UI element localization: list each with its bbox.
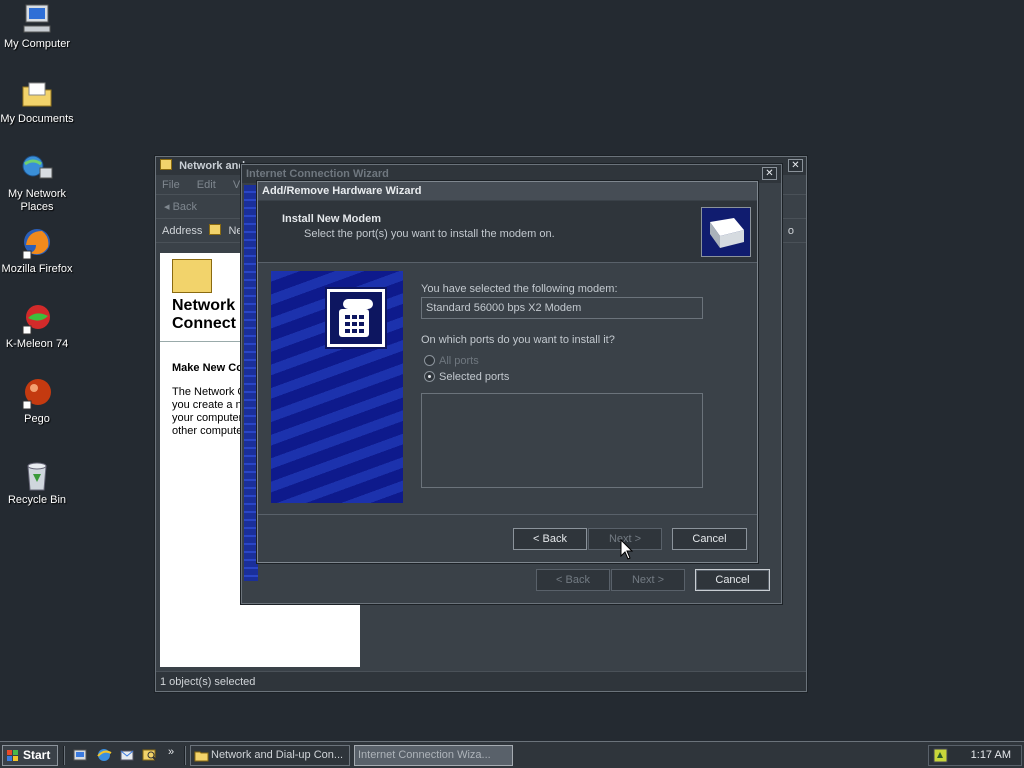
icw-cancel-button[interactable]: Cancel (695, 569, 770, 591)
taskbar-separator (184, 746, 186, 765)
desktop-icon-k-meleon[interactable]: K-Meleon 74 (0, 302, 74, 351)
show-desktop-icon[interactable] (72, 747, 88, 763)
desktop-icon-label: Pego (24, 413, 50, 425)
desktop-icon-label: My Documents (0, 113, 74, 125)
desktop-icon-label-line1: My Network (7, 188, 67, 200)
network-window-title: Network and (179, 160, 246, 172)
close-button[interactable]: ✕ (762, 167, 777, 180)
recycle-bin-icon (20, 458, 54, 492)
wizard-header-subtitle: Select the port(s) you want to install t… (304, 228, 555, 240)
desktop-icon-pego[interactable]: Pego (0, 377, 74, 426)
desktop-icon-label: Recycle Bin (7, 494, 67, 506)
back-arrow-icon: ◂ (164, 201, 173, 213)
radio-indicator (424, 355, 435, 366)
network-folder-icon (172, 259, 212, 293)
tray-app-icon[interactable] (933, 748, 948, 763)
taskbar-separator (63, 746, 65, 765)
quick-launch-overflow-icon[interactable]: » (168, 746, 174, 758)
cancel-button[interactable]: Cancel (672, 528, 747, 550)
desktop-icon-my-documents[interactable]: My Documents (0, 77, 74, 126)
selected-modem-field: Standard 56000 bps X2 Modem (421, 297, 703, 319)
task-label: Network and Dial-up Con... (211, 749, 344, 761)
wizard-header: Install New Modem Select the port(s) you… (258, 201, 757, 263)
close-button[interactable]: ✕ (788, 159, 803, 172)
icw-back-button[interactable]: < Back (536, 569, 610, 591)
icw-side-graphic (244, 185, 258, 581)
folder-network-icon (160, 159, 172, 170)
start-button[interactable]: Start (2, 745, 58, 766)
menu-view[interactable]: V (233, 179, 240, 191)
icw-next-button[interactable]: Next > (611, 569, 685, 591)
go-button[interactable]: o (788, 219, 794, 243)
status-bar: 1 object(s) selected (156, 671, 806, 691)
task-internet-connection-wizard[interactable]: Internet Connection Wiza... (354, 745, 513, 766)
desktop-icon-label-line2: Places (20, 201, 54, 213)
folder-icon (209, 224, 222, 235)
folder-documents-icon (20, 77, 54, 111)
hw-titlebar[interactable]: Add/Remove Hardware Wizard (258, 182, 757, 200)
k-meleon-icon (20, 302, 54, 336)
hw-title: Add/Remove Hardware Wizard (262, 185, 422, 197)
menu-file[interactable]: File (162, 179, 180, 191)
internet-explorer-icon[interactable] (96, 747, 112, 763)
desktop-icon-label: My Computer (3, 38, 71, 50)
desktop-icon-my-network-places[interactable]: My Network Places (0, 152, 74, 214)
address-label: Address (162, 225, 203, 237)
pego-icon (20, 377, 54, 411)
ports-question-label: On which ports do you want to install it… (421, 334, 615, 346)
desktop-icon-label: K-Meleon 74 (5, 338, 69, 350)
taskbar-clock[interactable]: 1:17 AM (971, 746, 1011, 765)
wizard-body: You have selected the following modem: S… (258, 263, 757, 515)
network-globe-icon (20, 152, 54, 186)
task-network-connections[interactable]: Network and Dial-up Con... (190, 745, 350, 766)
radio-label: All ports (439, 355, 479, 367)
firefox-icon (20, 227, 54, 261)
desktop-icon-recycle-bin[interactable]: Recycle Bin (0, 458, 74, 507)
back-button[interactable]: < Back (513, 528, 587, 550)
telephone-icon (325, 287, 387, 349)
task-label: Internet Connection Wiza... (358, 749, 491, 761)
radio-label: Selected ports (439, 371, 510, 383)
radio-indicator (424, 371, 435, 382)
desktop-icon-label: Mozilla Firefox (1, 263, 73, 275)
desktop-icon-my-computer[interactable]: My Computer (0, 2, 74, 51)
selected-modem-label: You have selected the following modem: (421, 283, 618, 295)
taskbar: Start » Network and Dial-up Con... Inter… (0, 741, 1024, 768)
computer-icon (20, 2, 54, 36)
add-remove-hardware-wizard[interactable]: Add/Remove Hardware Wizard ✕ Install New… (257, 167, 777, 563)
toolbar-back-button[interactable]: Back (173, 201, 197, 213)
icw-title: Internet Connection Wizard (246, 168, 389, 180)
selected-ports-radio[interactable]: Selected ports (424, 370, 509, 384)
wizard-header-title: Install New Modem (282, 213, 382, 225)
wizard-side-graphic (271, 271, 403, 503)
all-ports-radio[interactable]: All ports (424, 354, 479, 368)
status-text: 1 object(s) selected (160, 676, 256, 688)
system-tray: 1:17 AM (928, 745, 1022, 766)
menu-edit[interactable]: Edit (197, 179, 216, 191)
search-icon[interactable] (142, 747, 158, 763)
ports-listbox[interactable] (421, 393, 703, 488)
start-label: Start (23, 748, 51, 762)
modem-hardware-icon (701, 207, 751, 257)
outlook-express-icon[interactable] (119, 747, 135, 763)
folder-network-icon (194, 748, 209, 763)
desktop-icon-mozilla-firefox[interactable]: Mozilla Firefox (0, 227, 74, 276)
windows-logo-icon (7, 749, 19, 761)
mouse-cursor-icon (620, 538, 634, 561)
